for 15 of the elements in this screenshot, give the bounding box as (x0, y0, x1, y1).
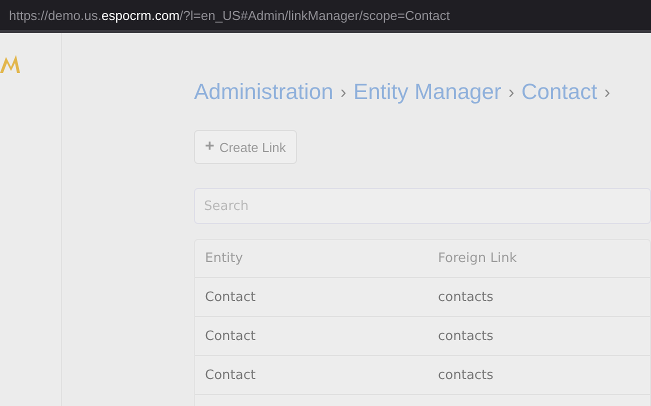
table-cell-text: contacts (438, 328, 494, 344)
breadcrumb-link[interactable]: Contact (521, 79, 598, 105)
breadcrumb-separator: › (604, 82, 610, 102)
breadcrumb-link[interactable]: Entity Manager (353, 79, 502, 105)
table-cell-text: Contact (205, 328, 257, 344)
column-header: Entity (205, 251, 244, 266)
table-cell-text: Contact (205, 368, 257, 382)
table-cell-text: contacts (438, 368, 494, 382)
column-header: Foreign Link (438, 251, 518, 266)
breadcrumb-separator: › (340, 82, 346, 102)
create-link-button[interactable]: + Create Link (194, 130, 297, 164)
breadcrumb-separator: › (508, 82, 514, 102)
breadcrumb-link[interactable]: Administration (194, 79, 334, 105)
table-cell-text: contacts (438, 290, 494, 304)
table-cell-text: Contact (205, 290, 257, 304)
